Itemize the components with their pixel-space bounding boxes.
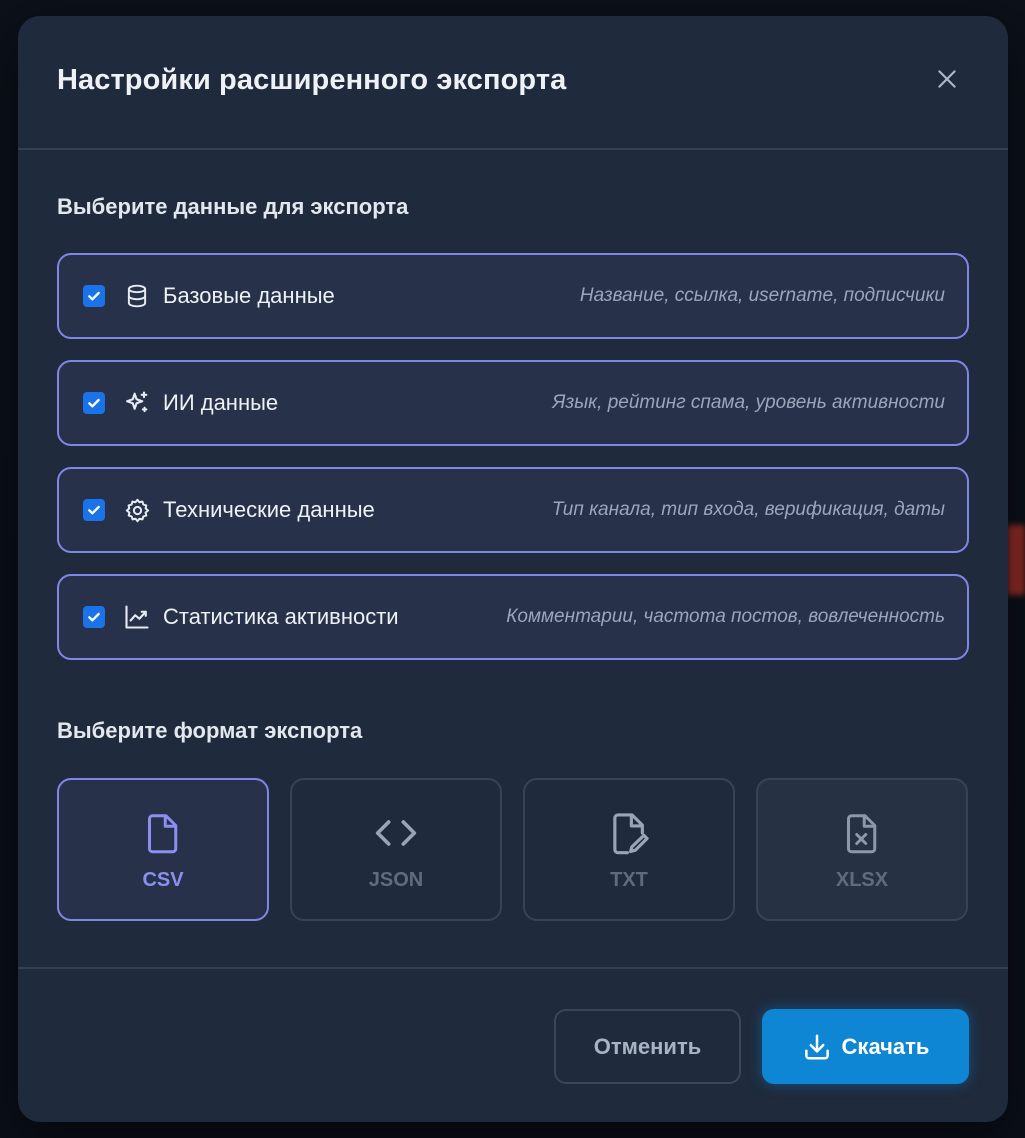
checkbox-activity[interactable] [83,606,105,628]
database-icon [123,282,151,310]
option-label: Статистика активности [163,604,399,629]
format-label: XLSX [835,869,889,891]
check-icon [88,612,100,622]
format-label: CSV [142,869,184,891]
option-label: ИИ данные [163,390,279,415]
data-option-activity[interactable]: Статистика активности Комментарии, часто… [57,574,969,660]
close-icon [938,70,956,88]
code-icon [374,811,418,855]
modal-title: Настройки расширенного экспорта [57,63,567,96]
check-icon [88,505,100,515]
check-icon [88,398,100,408]
data-option-ai[interactable]: ИИ данные Язык, рейтинг спама, уровень а… [57,360,969,446]
file-pen-icon [607,811,651,855]
gear-icon [123,496,151,524]
modal-body: Выберите данные для экспорта Базовые дан… [18,150,1008,921]
format-option-csv[interactable]: CSV [57,778,269,921]
file-icon [141,811,185,855]
modal-header: Настройки расширенного экспорта [18,16,1008,150]
sparkles-icon [123,389,151,417]
format-label: JSON [368,869,424,891]
download-label: Скачать [841,1033,930,1059]
background-fragment [1007,525,1025,595]
format-option-xlsx[interactable]: XLSX [756,778,968,921]
line-chart-icon [123,603,151,631]
option-description: Комментарии, частота постов, вовлеченнос… [506,606,945,627]
checkbox-ai[interactable] [83,392,105,414]
file-x-icon [840,811,884,855]
format-section-title: Выберите формат экспорта [57,718,363,743]
format-option-json[interactable]: JSON [290,778,502,921]
option-description: Язык, рейтинг спама, уровень активности [552,392,945,413]
export-settings-modal: Настройки расширенного экспорта Выберите… [18,16,1008,1122]
data-option-technical[interactable]: Технические данные Тип канала, тип входа… [57,467,969,553]
option-label: Технические данные [163,497,375,522]
option-description: Тип канала, тип входа, верификация, даты [551,499,945,520]
option-description: Название, ссылка, username, подписчики [579,285,945,306]
format-option-txt[interactable]: TXT [523,778,735,921]
download-icon [804,1034,829,1059]
data-option-basic[interactable]: Базовые данные Название, ссылка, usernam… [57,253,969,339]
download-button[interactable]: Скачать [762,1009,969,1084]
checkbox-technical[interactable] [83,499,105,521]
cancel-button[interactable]: Отменить [554,1009,741,1084]
modal-footer: Отменить Скачать [18,967,1008,1122]
format-label: TXT [610,869,648,891]
option-label: Базовые данные [163,283,335,308]
data-section-title: Выберите данные для экспорта [57,194,409,219]
check-icon [88,291,100,301]
close-button[interactable] [927,59,967,99]
format-options: CSV JSON TXT XLSX [57,778,969,921]
checkbox-basic[interactable] [83,285,105,307]
